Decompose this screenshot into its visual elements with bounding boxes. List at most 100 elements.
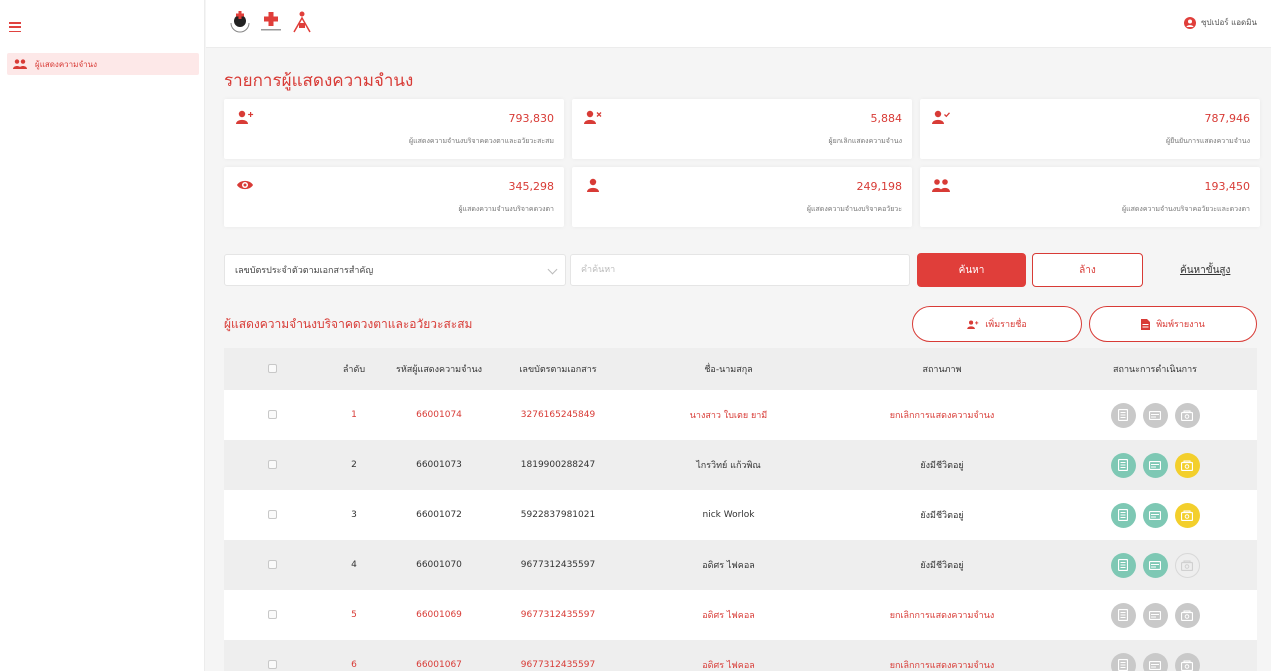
sidebar-item-donors[interactable]: ผู้แสดงความจำนง	[7, 53, 199, 75]
sidebar-item-label: ผู้แสดงความจำนง	[35, 59, 97, 69]
eye-icon	[237, 180, 253, 190]
id-card-icon	[1149, 510, 1161, 520]
donor-name: nick Worlok	[702, 510, 755, 520]
stat-label: ผู้แสดงความจำนงบริจาคอวัยวะและดวงตา	[1121, 205, 1250, 213]
view-document-button[interactable]	[1110, 652, 1136, 671]
donor-card-icon	[1181, 410, 1193, 421]
column-header: ชื่อ-นามสกุล	[704, 365, 753, 375]
advanced-search-link[interactable]: ค้นหาขั้นสูง	[1180, 263, 1230, 278]
users-icon	[932, 179, 950, 192]
stat-value: 249,198	[856, 180, 903, 193]
top-bar: ซุปเปอร์ แอดมิน	[206, 0, 1271, 48]
row-checkbox[interactable]	[267, 560, 277, 569]
search-button[interactable]: ค้นหา	[917, 253, 1026, 287]
donor-code: 66001070	[416, 560, 462, 570]
row-number: 3	[351, 510, 357, 520]
view-card-button[interactable]	[1142, 452, 1168, 478]
search-input[interactable]	[570, 254, 910, 286]
sidebar: ผู้แสดงความจำนง	[0, 0, 205, 671]
stat-card-confirmed: 787,946 ผู้ยืนยันการแสดงความจำนง	[920, 99, 1260, 159]
row-checkbox[interactable]	[267, 510, 277, 519]
view-document-button[interactable]	[1110, 602, 1136, 628]
stat-value: 193,450	[1204, 180, 1251, 193]
view-card-button[interactable]	[1142, 402, 1168, 428]
donor-card-icon	[1181, 460, 1193, 471]
menu-toggle-icon[interactable]	[9, 22, 21, 32]
document-icon	[1118, 409, 1128, 421]
view-document-button[interactable]	[1110, 452, 1136, 478]
table-row: 4 66001070 9677312435597 อดิศร ไฟคอล ยังมีชี…	[224, 540, 1257, 590]
document-number: 1819900288247	[520, 460, 596, 470]
stat-label: ผู้ยืนยันการแสดงความจำนง	[1166, 137, 1250, 145]
user-name: ซุปเปอร์ แอดมิน	[1201, 18, 1257, 27]
donor-code: 66001072	[416, 510, 462, 520]
row-checkbox[interactable]	[267, 610, 277, 619]
column-header: รหัสผู้แสดงความจำนง	[395, 365, 482, 375]
document-number: 9677312435597	[520, 610, 596, 620]
add-donor-button[interactable]: เพิ่มรายชื่อ	[912, 306, 1082, 342]
stat-value: 787,946	[1204, 112, 1251, 125]
row-checkbox[interactable]	[267, 410, 277, 419]
row-actions	[1053, 502, 1257, 528]
document-number: 9677312435597	[520, 560, 596, 570]
user-menu[interactable]: ซุปเปอร์ แอดมิน	[1184, 16, 1257, 29]
stat-value: 5,884	[870, 112, 903, 125]
row-actions	[1053, 452, 1257, 478]
row-actions	[1053, 402, 1257, 428]
stat-card-eye: 345,298 ผู้แสดงความจำนงบริจาคดวงตา	[224, 167, 564, 227]
select-all-checkbox[interactable]	[267, 364, 277, 373]
view-card-button[interactable]	[1142, 602, 1168, 628]
table-row: 6 66001067 9677312435597 อดิศร ไฟคอล ยกเลิกก…	[224, 640, 1257, 671]
donor-code: 66001073	[416, 460, 462, 470]
chevron-down-icon	[547, 264, 558, 275]
document-icon	[1118, 459, 1128, 471]
clear-button[interactable]: ล้าง	[1032, 253, 1143, 287]
red-cross-emblem-logo	[230, 11, 250, 33]
add-donor-label: เพิ่มรายชื่อ	[985, 320, 1027, 330]
view-document-button[interactable]	[1110, 402, 1136, 428]
view-card-button[interactable]	[1142, 502, 1168, 528]
view-document-button[interactable]	[1110, 502, 1136, 528]
row-checkbox[interactable]	[267, 660, 277, 669]
donor-card-button[interactable]	[1174, 652, 1200, 671]
donor-card-button[interactable]	[1174, 602, 1200, 628]
row-select-cell	[224, 610, 320, 620]
row-select-cell	[224, 410, 320, 420]
document-icon	[1118, 559, 1128, 571]
select-all-cell	[224, 364, 320, 374]
donor-card-button[interactable]	[1174, 552, 1200, 578]
donor-status: ยกเลิกการแสดงความจำนง	[889, 611, 995, 621]
stat-label: ผู้แสดงความจำนงบริจาคดวงตาและอวัยวะสะสม	[409, 137, 554, 145]
row-number: 5	[351, 610, 357, 620]
row-select-cell	[224, 510, 320, 520]
row-number: 6	[351, 660, 357, 670]
table-row: 1 66001074 3276165245849 นางสาว ใบเตย ยามี ย…	[224, 390, 1257, 440]
print-report-button[interactable]: พิมพ์รายงาน	[1089, 306, 1257, 342]
document-number: 9677312435597	[520, 660, 596, 670]
document-number: 3276165245849	[520, 410, 596, 420]
donor-status: ยังมีชีวิตอยู่	[920, 561, 964, 571]
column-header: สถานะการดำเนินการ	[1113, 365, 1197, 375]
search-type-select[interactable]: เลขบัตรประจำตัวตามเอกสารสำคัญ	[224, 254, 566, 286]
row-select-cell	[224, 660, 320, 670]
donor-card-button[interactable]	[1174, 402, 1200, 428]
donor-name: นางสาว ใบเตย ยามี	[689, 411, 768, 421]
row-number: 2	[351, 460, 357, 470]
view-document-button[interactable]	[1110, 552, 1136, 578]
file-pdf-icon	[1141, 318, 1151, 330]
table-body: 1 66001074 3276165245849 นางสาว ใบเตย ยามีย…	[224, 390, 1257, 671]
row-checkbox[interactable]	[267, 460, 277, 469]
donor-card-icon	[1181, 560, 1193, 571]
row-select-cell	[224, 460, 320, 470]
id-card-icon	[1149, 410, 1161, 420]
document-icon	[1118, 659, 1128, 671]
table-row: 2 66001073 1819900288247 ไกรวิทย์ แก้วพิณ ยั…	[224, 440, 1257, 490]
id-card-icon	[1149, 560, 1161, 570]
view-card-button[interactable]	[1142, 652, 1168, 671]
donor-card-button[interactable]	[1174, 452, 1200, 478]
stat-card-total: 793,830 ผู้แสดงความจำนงบริจาคดวงตาและอวั…	[224, 99, 564, 159]
view-card-button[interactable]	[1142, 552, 1168, 578]
stat-value: 793,830	[508, 112, 555, 125]
red-cross-logo	[261, 12, 281, 31]
donor-card-button[interactable]	[1174, 502, 1200, 528]
